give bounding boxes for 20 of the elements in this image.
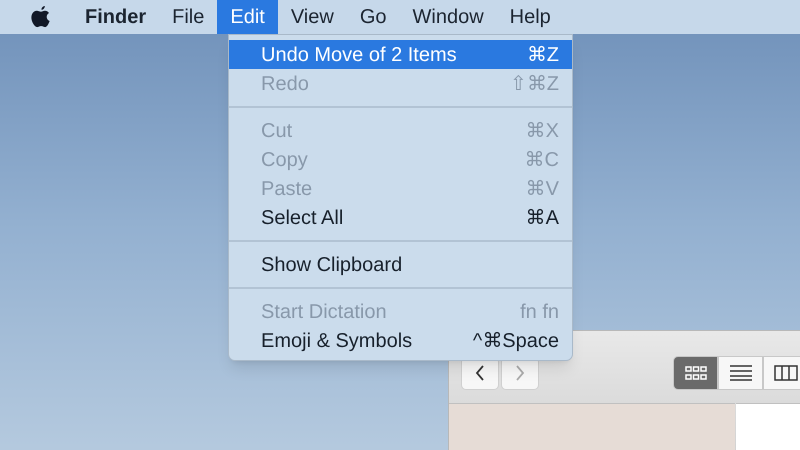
- menu-bar-item[interactable]: File: [159, 0, 218, 34]
- menu-bar-item[interactable]: Edit: [217, 0, 278, 34]
- chevron-left-icon: [475, 365, 485, 381]
- menu-item[interactable]: Show Clipboard: [229, 250, 572, 279]
- icon-grid-icon: [684, 366, 706, 380]
- menu-bar-item[interactable]: Finder: [72, 0, 160, 34]
- menu-item[interactable]: Select All ⌘A: [229, 203, 572, 232]
- columns-icon: [774, 365, 798, 381]
- chevron-right-icon: [515, 365, 525, 381]
- view-mode-button[interactable]: [673, 356, 718, 390]
- menu-bar-item[interactable]: Window: [400, 0, 497, 34]
- menu-bar-item[interactable]: Go: [346, 0, 400, 34]
- menu-item[interactable]: Emoji & Symbols ^⌘Space: [229, 326, 572, 355]
- view-mode-button[interactable]: [718, 356, 763, 390]
- view-mode-button[interactable]: [763, 356, 800, 390]
- apple-logo-icon[interactable]: [30, 4, 52, 30]
- menu-bar-item[interactable]: Help: [496, 0, 564, 34]
- menu-item[interactable]: Undo Move of 2 Items ⌘Z: [229, 40, 572, 69]
- list-icon: [730, 365, 752, 381]
- menu-bar-item[interactable]: View: [278, 0, 347, 34]
